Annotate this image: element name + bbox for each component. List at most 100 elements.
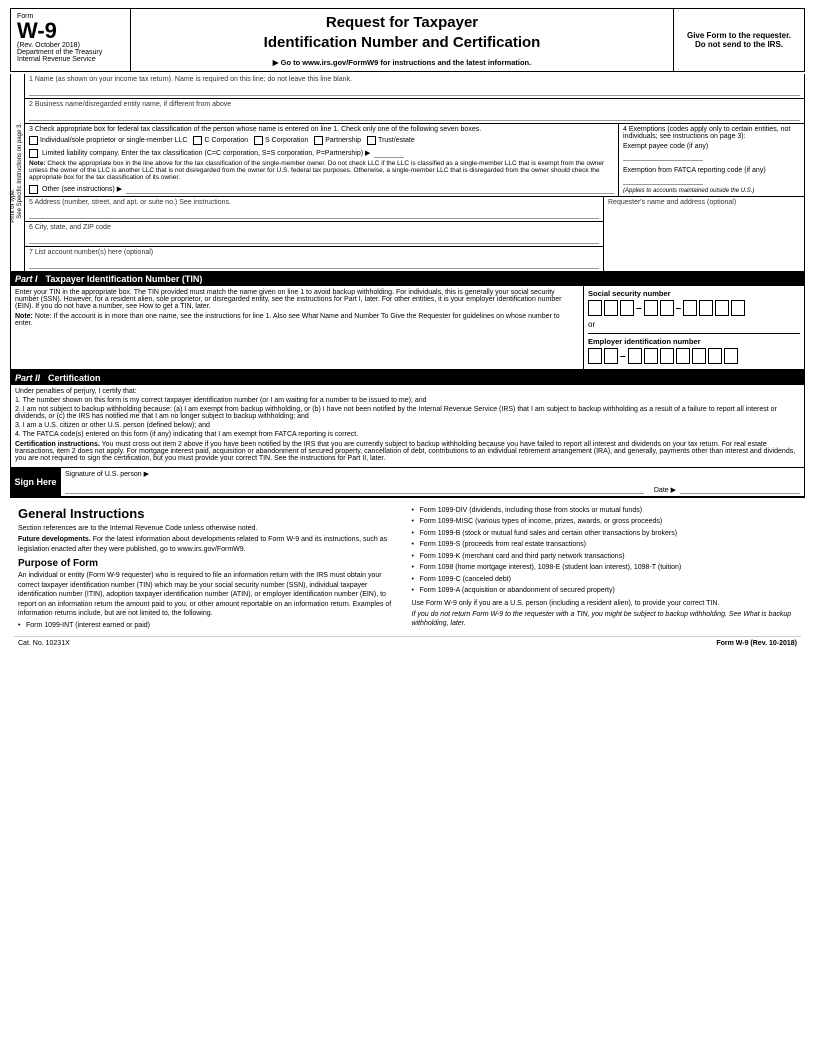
gi-title: General Instructions — [18, 506, 404, 521]
gi-right-bullet: Form 1099-C (canceled debt) — [412, 575, 798, 584]
signature-field[interactable] — [65, 480, 644, 494]
cb-trust-box[interactable] — [367, 136, 376, 145]
cb-c-corp-box[interactable] — [193, 136, 202, 145]
line1-input[interactable] — [29, 84, 800, 96]
note-text: Check the appropriate box in the line ab… — [29, 160, 604, 181]
ssn-cell-8[interactable] — [715, 300, 729, 316]
ssn-cell-7[interactable] — [699, 300, 713, 316]
footer-row: Cat. No. 10231X Form W-9 (Rev. 10-2018) — [14, 636, 801, 650]
cert-item1: 1. The number shown on this form is my c… — [15, 397, 800, 404]
general-instructions-columns: General Instructions Section references … — [14, 502, 801, 632]
ein-cell-6[interactable] — [676, 348, 690, 364]
cb-c-corp[interactable]: C Corporation — [193, 136, 248, 145]
sign-content: Signature of U.S. person ▶ Date ▶ — [61, 468, 804, 496]
cb-trust[interactable]: Trust/estate — [367, 136, 415, 145]
requester-input[interactable] — [608, 207, 800, 257]
requester-block: Requester's name and address (optional) — [604, 197, 804, 271]
cb-individual[interactable]: Individual/sole proprietor or single-mem… — [29, 136, 187, 145]
gi-purpose-title: Purpose of Form — [18, 558, 404, 569]
part2-body: Under penalties of perjury, I certify th… — [11, 385, 804, 468]
other-input[interactable] — [126, 184, 614, 194]
cb-partnership[interactable]: Partnership — [314, 136, 361, 145]
fatca-input[interactable] — [623, 175, 703, 185]
gi-right-bullet: Form 1099-B (stock or mutual fund sales … — [412, 529, 798, 538]
gi-right-bullet: Form 1099-S (proceeds from real estate t… — [412, 540, 798, 549]
form-title-block: Request for Taxpayer Identification Numb… — [131, 9, 674, 71]
line2-label: 2 Business name/disregarded entity name,… — [29, 101, 800, 108]
ssn-cell-9[interactable] — [731, 300, 745, 316]
exempt-payee-input[interactable] — [623, 151, 703, 161]
date-field[interactable] — [680, 480, 800, 494]
line2-input[interactable] — [29, 109, 800, 121]
ssn-cell-1[interactable] — [588, 300, 602, 316]
ssn-dash-2: – — [676, 303, 682, 314]
gi-right-bullet: Form 1099-K (merchant card and third par… — [412, 552, 798, 561]
form-header: Form W-9 (Rev. October 2018) Department … — [10, 8, 805, 72]
gi-bullet1: Form 1099-INT (interest earned or paid) — [18, 621, 404, 630]
exempt-payee-label: Exempt payee code (if any) — [623, 143, 800, 150]
row567-left: 5 Address (number, street, and apt. or s… — [25, 197, 604, 271]
part1-note: Note: Note: If the account is in more th… — [15, 313, 579, 327]
cb-individual-label: Individual/sole proprietor or single-mem… — [40, 137, 187, 144]
cb-c-corp-label: C Corporation — [204, 137, 248, 144]
form-number: W-9 — [17, 20, 124, 42]
gi-left-col: General Instructions Section references … — [18, 506, 404, 632]
part1-text-block: Enter your TIN in the appropriate box. T… — [11, 286, 584, 369]
cb-individual-box[interactable] — [29, 136, 38, 145]
part2-header: Part II Certification — [11, 371, 804, 385]
line7-input[interactable] — [29, 257, 599, 269]
cat-no: Cat. No. 10231X — [18, 640, 70, 647]
llc-row: Limited liability company. Enter the tax… — [29, 148, 614, 158]
part2-number: Part II — [15, 373, 40, 383]
line1-row: 1 Name (as shown on your income tax retu… — [25, 74, 804, 99]
line6-input[interactable] — [29, 232, 599, 244]
form-main-body: Print or type. See Specific Instructions… — [10, 74, 805, 272]
ssn-cell-4[interactable] — [644, 300, 658, 316]
gi-use-w9: Use Form W-9 only if you are a U.S. pers… — [412, 599, 798, 608]
cb-trust-label: Trust/estate — [378, 137, 415, 144]
under-penalties: Under penalties of perjury, I certify th… — [15, 388, 800, 395]
line5-row: 5 Address (number, street, and apt. or s… — [25, 197, 603, 222]
gi-right-bullet: Form 1098 (home mortgage interest), 1098… — [412, 563, 798, 572]
ein-cell-8[interactable] — [708, 348, 722, 364]
line7-label: 7 List account number(s) here (optional) — [29, 249, 599, 256]
ssn-cell-3[interactable] — [620, 300, 634, 316]
ein-cell-7[interactable] — [692, 348, 706, 364]
part1-section: Part I Taxpayer Identification Number (T… — [10, 272, 805, 371]
line4-label: 4 Exemptions (codes apply only to certai… — [623, 126, 800, 140]
part1-header: Part I Taxpayer Identification Number (T… — [11, 272, 804, 286]
cert-instructions: Certification instructions. You must cro… — [15, 441, 800, 462]
cb-s-corp-label: S Corporation — [265, 137, 308, 144]
form-fields: 1 Name (as shown on your income tax retu… — [25, 74, 804, 271]
cb-partnership-box[interactable] — [314, 136, 323, 145]
cb-s-corp[interactable]: S Corporation — [254, 136, 308, 145]
note-label: Note: — [29, 160, 46, 167]
gi-purpose-text: An individual or entity (Form W-9 reques… — [18, 571, 404, 618]
ssn-cell-2[interactable] — [604, 300, 618, 316]
row567-container: 5 Address (number, street, and apt. or s… — [25, 197, 804, 271]
cb-other-box[interactable] — [29, 185, 38, 194]
part2-title: Certification — [48, 373, 101, 383]
line3-block: 3 Check appropriate box for federal tax … — [25, 124, 619, 196]
cb-s-corp-box[interactable] — [254, 136, 263, 145]
line5-input[interactable] — [29, 207, 599, 219]
ein-cell-9[interactable] — [724, 348, 738, 364]
part1-tin-block: Social security number – – or Employer i… — [584, 286, 804, 369]
fatca-note: (Applies to accounts maintained outside … — [623, 188, 800, 194]
form-title: Request for Taxpayer Identification Numb… — [141, 13, 663, 52]
ssn-cell-5[interactable] — [660, 300, 674, 316]
ssn-cell-6[interactable] — [683, 300, 697, 316]
ein-cell-2[interactable] — [604, 348, 618, 364]
ein-label: Employer identification number — [588, 333, 800, 346]
form-id-block: Form W-9 (Rev. October 2018) Department … — [11, 9, 131, 71]
ein-cell-4[interactable] — [644, 348, 658, 364]
ssn-boxes: – – — [588, 300, 800, 316]
line1-label: 1 Name (as shown on your income tax retu… — [29, 76, 800, 83]
cert-item2: 2. I am not subject to backup withholdin… — [15, 406, 800, 420]
llc-classification-input[interactable] — [374, 148, 404, 158]
cb-llc-box[interactable] — [29, 149, 38, 158]
line3-label: 3 Check appropriate box for federal tax … — [29, 126, 614, 133]
ein-cell-3[interactable] — [628, 348, 642, 364]
ein-cell-5[interactable] — [660, 348, 674, 364]
ein-cell-1[interactable] — [588, 348, 602, 364]
